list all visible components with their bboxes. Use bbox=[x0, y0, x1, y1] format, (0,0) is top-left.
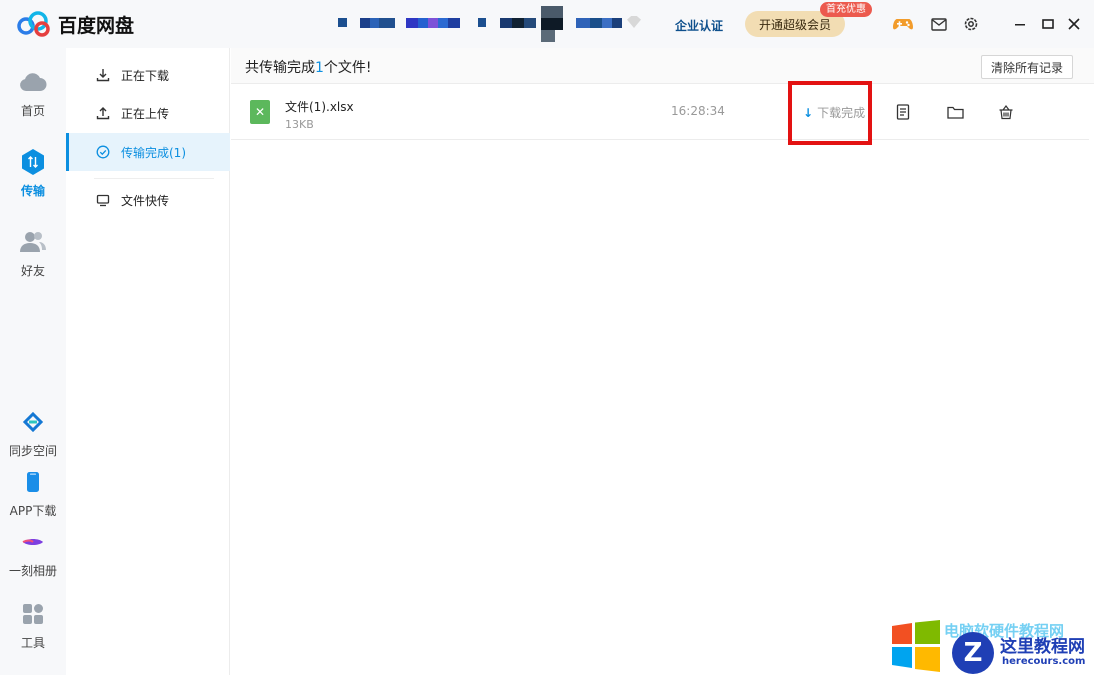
nav-label-friends: 好友 bbox=[20, 264, 45, 278]
subnav-divider bbox=[94, 178, 214, 179]
app-logo: 百度网盘 bbox=[16, 10, 134, 38]
file-size: 13KB bbox=[285, 118, 314, 131]
watermark: 电脑软硬件教程网 Z 这里教程网 herecours.com bbox=[888, 618, 1094, 675]
folder-icon[interactable] bbox=[945, 102, 965, 122]
minimize-icon[interactable] bbox=[1010, 14, 1030, 34]
nav-item-home[interactable]: 首页 bbox=[0, 68, 66, 119]
subnav-item-downloading[interactable]: 正在下载 bbox=[66, 56, 230, 94]
nav-item-album[interactable]: 一刻相册 bbox=[0, 528, 66, 579]
subnav-label-uploading: 正在上传 bbox=[121, 106, 170, 121]
nav-item-sync-space[interactable]: 同步空间 bbox=[0, 408, 66, 459]
nav-label-tools: 工具 bbox=[20, 636, 45, 650]
album-icon bbox=[19, 528, 47, 556]
watermark-z-logo-icon: Z bbox=[952, 632, 994, 674]
title-bar: 百度网盘 企业认证 开通超级会员 首充优惠 bbox=[0, 0, 1094, 48]
subnav-label-downloading: 正在下载 bbox=[121, 68, 170, 83]
tools-icon bbox=[19, 600, 47, 628]
friends-icon bbox=[19, 228, 47, 256]
nav-label-transfer: 传输 bbox=[20, 184, 45, 198]
summary-count: 1 bbox=[315, 60, 324, 76]
delete-basket-icon[interactable] bbox=[996, 102, 1016, 122]
watermark-url: herecours.com bbox=[1002, 656, 1086, 667]
nav-label-home: 首页 bbox=[20, 104, 45, 118]
subnav-item-uploading[interactable]: 正在上传 bbox=[66, 94, 230, 132]
status-highlight-box bbox=[788, 81, 872, 145]
maximize-icon[interactable] bbox=[1038, 14, 1058, 34]
phone-icon bbox=[19, 468, 47, 496]
clear-records-button[interactable]: 清除所有记录 bbox=[981, 55, 1073, 79]
enterprise-cert-link[interactable]: 企业认证 bbox=[675, 17, 723, 34]
transfer-subnav: 正在下载 正在上传 传输完成(1) 文件快传 bbox=[66, 48, 230, 675]
subnav-label-quick-transfer: 文件快传 bbox=[121, 193, 170, 208]
file-time: 16:28:34 bbox=[671, 104, 725, 118]
subnav-item-completed[interactable]: 传输完成(1) bbox=[66, 133, 230, 171]
excel-file-icon: ✕ bbox=[250, 100, 270, 124]
nav-item-app-download[interactable]: APP下载 bbox=[0, 468, 66, 519]
nav-label-sync-space: 同步空间 bbox=[8, 444, 57, 458]
upload-icon bbox=[96, 106, 110, 120]
baidu-cloud-logo-icon bbox=[16, 10, 52, 38]
close-icon[interactable] bbox=[1064, 14, 1084, 34]
document-icon[interactable] bbox=[893, 102, 913, 122]
nav-item-friends[interactable]: 好友 bbox=[0, 228, 66, 279]
left-nav: 首页 传输 好友 同步空间 APP下载 一刻相册 工具 bbox=[0, 48, 66, 675]
watermark-brand: 这里教程网 bbox=[1000, 637, 1085, 657]
cloud-icon bbox=[19, 68, 47, 96]
monitor-icon bbox=[96, 193, 110, 207]
settings-icon[interactable] bbox=[961, 14, 981, 34]
check-circle-icon bbox=[96, 145, 110, 159]
file-name[interactable]: 文件(1).xlsx bbox=[285, 98, 354, 115]
transfer-icon bbox=[19, 148, 47, 176]
nav-item-transfer[interactable]: 传输 bbox=[0, 148, 66, 199]
vip-promo-badge: 首充优惠 bbox=[820, 2, 872, 17]
windows-logo-icon bbox=[892, 620, 940, 672]
sync-icon bbox=[19, 408, 47, 436]
username-pixelated[interactable] bbox=[336, 6, 646, 50]
app-name: 百度网盘 bbox=[58, 14, 135, 37]
mail-icon[interactable] bbox=[929, 14, 949, 34]
subnav-item-quick-transfer[interactable]: 文件快传 bbox=[66, 181, 230, 219]
download-icon bbox=[96, 68, 110, 82]
nav-label-album: 一刻相册 bbox=[8, 564, 57, 578]
game-icon[interactable] bbox=[893, 14, 913, 34]
transfer-summary-bar: 共传输完成1个文件! 清除所有记录 bbox=[231, 48, 1094, 84]
transfer-summary: 共传输完成1个文件! bbox=[245, 60, 372, 76]
nav-label-app-download: APP下载 bbox=[9, 504, 57, 518]
table-row[interactable]: ✕ 文件(1).xlsx 13KB 16:28:34 ↓ 下载完成 bbox=[231, 84, 1089, 140]
nav-item-tools[interactable]: 工具 bbox=[0, 600, 66, 651]
subnav-label-completed: 传输完成(1) bbox=[121, 145, 186, 160]
